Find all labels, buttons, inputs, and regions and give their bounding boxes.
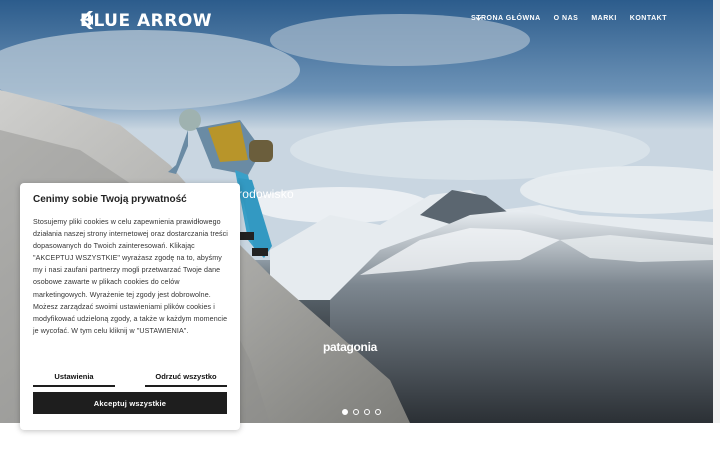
cookie-title: Cenimy sobie Twoją prywatność xyxy=(33,194,187,205)
hero-subtitle: rodowisko xyxy=(238,187,294,201)
page: BLUE ARROW STRONA GŁÓWNA O NAS MARKI KON… xyxy=(0,0,720,450)
slider-dot-3[interactable] xyxy=(364,409,370,415)
accept-all-button[interactable]: Akceptuj wszystkie xyxy=(33,392,227,414)
scrollbar[interactable] xyxy=(713,0,720,423)
logo-text: BLUE ARROW xyxy=(80,11,213,31)
nav-item-about[interactable]: O NAS xyxy=(554,15,579,22)
arrow-logo-icon xyxy=(80,11,93,29)
nav-item-brands-label: MARKI xyxy=(591,15,617,22)
cookie-secondary-buttons: Ustawienia Odrzuć wszystko xyxy=(33,367,227,387)
slider-dot-2[interactable] xyxy=(353,409,359,415)
main-nav: STRONA GŁÓWNA O NAS MARKI KONTAKT xyxy=(471,15,667,22)
patagonia-logo: patagonia xyxy=(323,340,377,354)
nav-item-contact[interactable]: KONTAKT xyxy=(630,15,667,22)
chevron-down-icon xyxy=(475,16,482,21)
settings-button[interactable]: Ustawienia xyxy=(33,367,115,387)
cookie-consent-dialog: Cenimy sobie Twoją prywatność Stosujemy … xyxy=(20,183,240,430)
logo[interactable]: BLUE ARROW xyxy=(80,11,212,31)
slider-dot-4[interactable] xyxy=(375,409,381,415)
reject-all-button[interactable]: Odrzuć wszystko xyxy=(145,367,227,387)
slider-dots xyxy=(342,409,381,415)
slider-dot-1[interactable] xyxy=(342,409,348,415)
cookie-description: Stosujemy pliki cookies w celu zapewnien… xyxy=(33,218,228,335)
nav-item-brands[interactable]: MARKI xyxy=(475,15,617,22)
